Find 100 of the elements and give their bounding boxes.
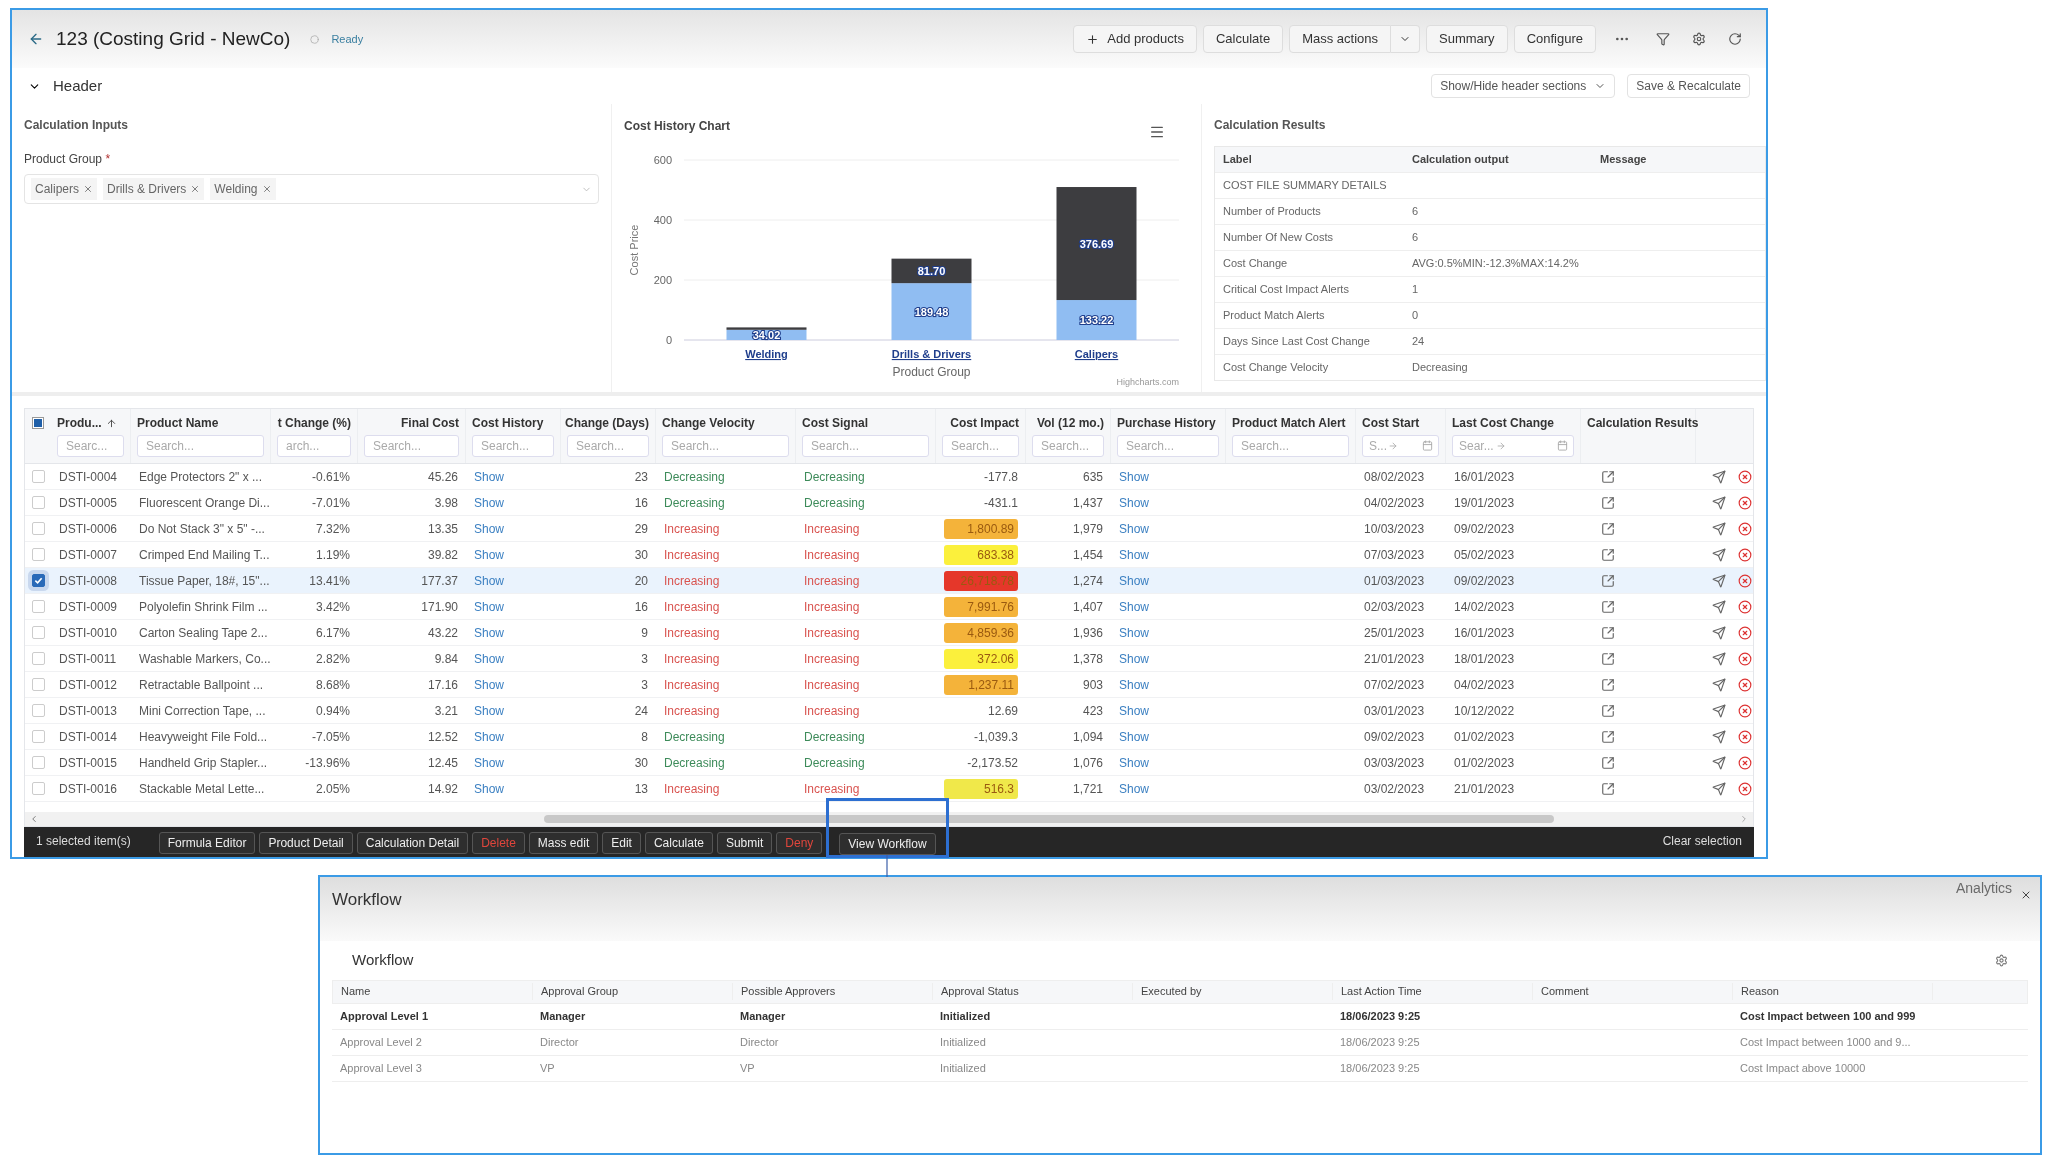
show-link[interactable]: Show — [474, 493, 505, 512]
column-header[interactable]: Produ... — [57, 414, 102, 432]
sort-icon[interactable] — [105, 417, 117, 429]
workflow-row[interactable]: Approval Level 2 Director Director Initialized 18/06/2023 9:25 Cost Impact between 1000 and 9... — [332, 1029, 2028, 1056]
open-external-icon[interactable] — [1601, 521, 1615, 536]
show-link[interactable]: Show — [1119, 597, 1150, 616]
show-link[interactable]: Show — [1119, 701, 1150, 720]
settings-icon[interactable] — [1692, 32, 1706, 46]
date-filter-field[interactable]: Sear... — [1452, 435, 1574, 457]
open-external-icon[interactable] — [1601, 573, 1615, 588]
column-header[interactable]: Vol (12 mo.) — [1036, 414, 1104, 432]
filter-field[interactable]: Search... — [802, 435, 929, 457]
action-button[interactable]: View Workflow — [839, 833, 936, 855]
column-header[interactable]: Product Match Alert — [1232, 414, 1346, 432]
open-external-icon[interactable] — [1601, 781, 1615, 796]
open-external-icon[interactable] — [1601, 703, 1615, 718]
show-link[interactable]: Show — [474, 519, 505, 538]
category-label[interactable]: Welding — [745, 348, 788, 360]
show-link[interactable]: Show — [474, 753, 505, 772]
show-link[interactable]: Show — [474, 597, 505, 616]
send-icon[interactable] — [1712, 547, 1726, 562]
filter-field[interactable]: Search... — [1032, 435, 1104, 457]
filter-field[interactable]: Search... — [942, 435, 1019, 457]
cancel-icon[interactable] — [1738, 521, 1752, 536]
tag-chip[interactable]: Drills & Drivers — [103, 178, 205, 200]
filter-field[interactable]: Search... — [662, 435, 789, 457]
tag-chip[interactable]: Welding — [210, 178, 276, 200]
show-link[interactable]: Show — [1119, 779, 1150, 798]
select-all-checkbox[interactable] — [32, 417, 44, 429]
toolbar-button[interactable]: Mass actions — [1289, 25, 1391, 53]
table-row[interactable]: DSTI-0006 Do Not Stack 3" x 5" -... 7.32% 13.35 Show 29 Increasing Increasing 1,800.89 1,979 Show 10/03/2023 09/02/2023 — [25, 516, 1753, 542]
table-row[interactable]: DSTI-0012 Retractable Ballpoint ... 8.68% 17.16 Show 3 Increasing Increasing 1,237.11 903 Show 07/02/2023 04/02/2023 — [25, 672, 1753, 698]
show-link[interactable]: Show — [474, 779, 505, 798]
close-icon[interactable] — [2020, 889, 2032, 901]
show-link[interactable]: Show — [1119, 571, 1150, 590]
send-icon[interactable] — [1712, 495, 1726, 510]
open-external-icon[interactable] — [1601, 625, 1615, 640]
show-hide-dropdown[interactable]: Show/Hide header sections — [1431, 74, 1616, 98]
table-row[interactable]: DSTI-0009 Polyolefin Shrink Film ... 3.42% 171.90 Show 16 Increasing Increasing 7,991.76 1,407 Show 02/03/2023 14/02/2023 — [25, 594, 1753, 620]
open-external-icon[interactable] — [1601, 677, 1615, 692]
show-link[interactable]: Show — [1119, 519, 1150, 538]
column-header[interactable]: Cost Start — [1362, 414, 1420, 432]
action-button[interactable]: Calculate — [644, 832, 713, 854]
category-label[interactable]: Drills & Drivers — [891, 348, 972, 360]
cancel-icon[interactable] — [1738, 677, 1752, 692]
open-external-icon[interactable] — [1601, 547, 1615, 562]
scrollbar[interactable] — [25, 812, 1753, 826]
open-external-icon[interactable] — [1601, 651, 1615, 666]
section-title[interactable]: Header — [53, 74, 103, 98]
clear-selection-link[interactable]: Clear selection — [1662, 831, 1746, 850]
filter-field[interactable]: Search... — [567, 435, 649, 457]
column-header[interactable]: Change Velocity — [662, 414, 755, 432]
cancel-icon[interactable] — [1738, 599, 1752, 614]
tag-chip[interactable]: Calipers — [31, 178, 97, 200]
toolbar-button[interactable]: Summary — [1426, 25, 1508, 53]
column-header[interactable]: Purchase History — [1117, 414, 1216, 432]
cancel-icon[interactable] — [1738, 651, 1752, 666]
show-link[interactable]: Show — [1119, 675, 1150, 694]
filter-field[interactable]: Search... — [1117, 435, 1219, 457]
action-button[interactable]: Product Detail — [259, 832, 353, 854]
send-icon[interactable] — [1712, 703, 1726, 718]
open-external-icon[interactable] — [1601, 469, 1615, 484]
cancel-icon[interactable] — [1738, 469, 1752, 484]
cancel-icon[interactable] — [1738, 781, 1752, 796]
send-icon[interactable] — [1712, 573, 1726, 588]
show-link[interactable]: Show — [1119, 467, 1150, 486]
show-link[interactable]: Show — [1119, 545, 1150, 564]
table-row[interactable]: DSTI-0007 Crimped End Mailing T... 1.19% 39.82 Show 30 Increasing Increasing 683.38 1,454 Show 07/03/2023 05/02/2023 — [25, 542, 1753, 568]
open-external-icon[interactable] — [1601, 729, 1615, 744]
workflow-row[interactable]: Approval Level 3 VP VP Initialized 18/06/2023 9:25 Cost Impact above 10000 — [332, 1055, 2028, 1082]
toolbar-button[interactable]: Add products — [1073, 25, 1197, 53]
column-header[interactable]: Last Cost Change — [1452, 414, 1554, 432]
back-icon[interactable] — [28, 31, 44, 47]
action-button[interactable]: Edit — [602, 832, 641, 854]
filter-field[interactable]: Searc... — [57, 435, 124, 457]
filter-field[interactable]: Search... — [1232, 435, 1349, 457]
table-row[interactable]: DSTI-0016 Stackable Metal Lette... 2.05% 14.92 Show 13 Increasing Increasing 516.3 1,721 Show 03/02/2023 21/01/2023 — [25, 776, 1753, 802]
send-icon[interactable] — [1712, 677, 1726, 692]
cancel-icon[interactable] — [1738, 495, 1752, 510]
filter-icon[interactable] — [1656, 32, 1670, 46]
cancel-icon[interactable] — [1738, 625, 1752, 640]
cancel-icon[interactable] — [1738, 547, 1752, 562]
column-header[interactable]: t Change (%) — [277, 414, 351, 432]
show-link[interactable]: Show — [474, 467, 505, 486]
column-header[interactable]: Final Cost — [401, 414, 459, 432]
show-link[interactable]: Show — [474, 571, 505, 590]
send-icon[interactable] — [1712, 599, 1726, 614]
column-header[interactable]: Cost Signal — [802, 414, 868, 432]
action-button[interactable]: Mass edit — [528, 832, 599, 854]
send-icon[interactable] — [1712, 521, 1726, 536]
remove-icon[interactable] — [261, 184, 272, 194]
open-external-icon[interactable] — [1601, 755, 1615, 770]
show-link[interactable]: Show — [474, 545, 505, 564]
open-external-icon[interactable] — [1601, 495, 1615, 510]
send-icon[interactable] — [1712, 469, 1726, 484]
settings-icon[interactable] — [1995, 953, 2008, 967]
menu-icon[interactable] — [1149, 124, 1165, 140]
remove-icon[interactable] — [190, 184, 201, 194]
column-header[interactable]: Product Name — [137, 414, 219, 432]
show-link[interactable]: Show — [1119, 649, 1150, 668]
